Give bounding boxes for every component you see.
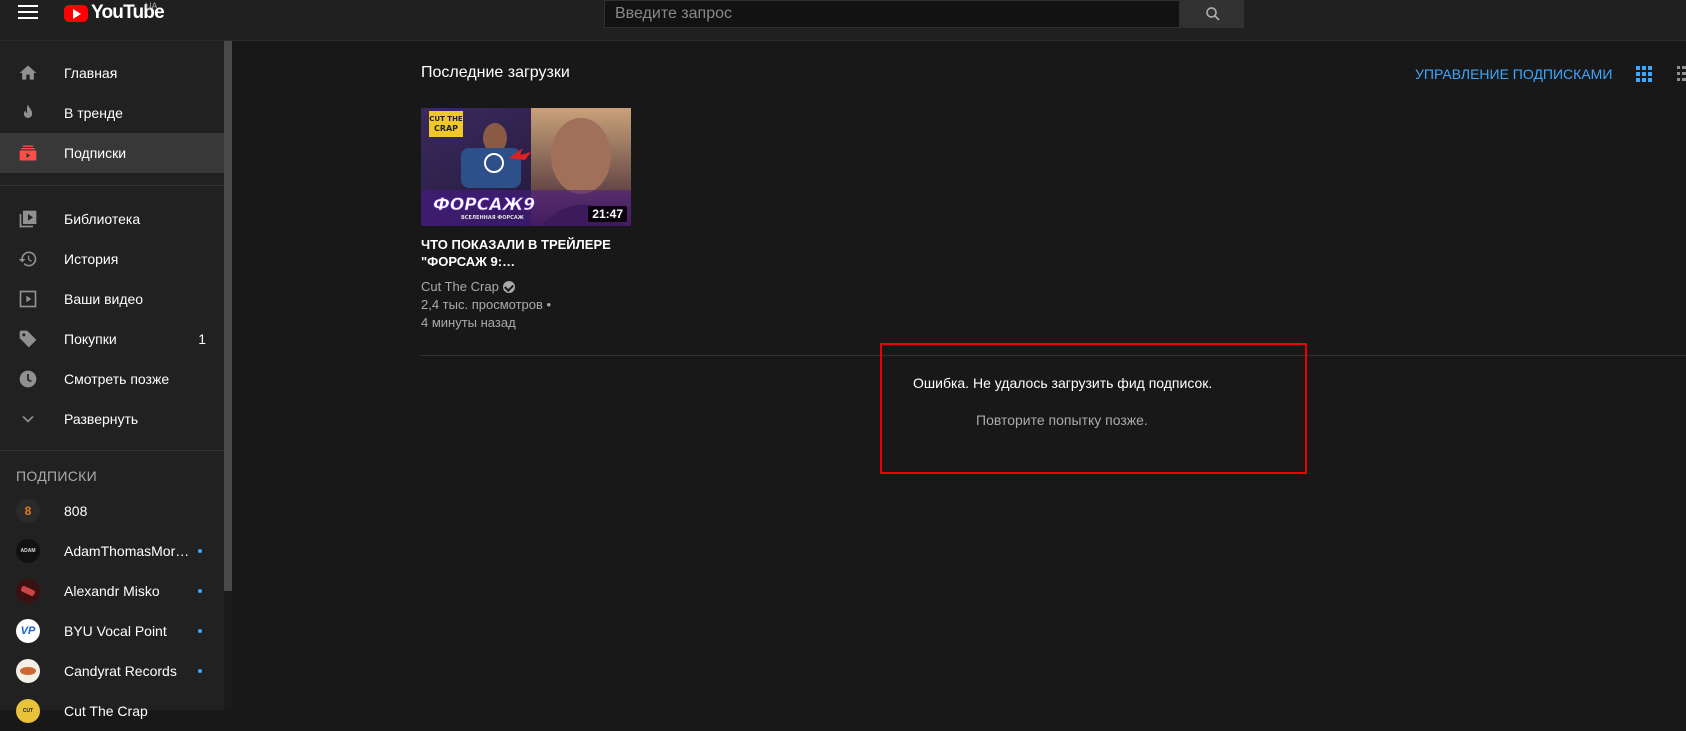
svg-text:ФОРСАЖ9: ФОРСАЖ9	[433, 195, 535, 215]
logo-region: UA	[145, 1, 158, 11]
sidebar-item-label: Смотреть позже	[64, 371, 170, 387]
video-thumbnail[interactable]: CUT THE CRAP ФОРСАЖ9 ВСЕЛЕННАЯ ФОРСАЖ 21…	[421, 108, 631, 226]
subscription-name: BYU Vocal Point	[64, 623, 167, 639]
channel-name: Cut The Crap	[421, 279, 499, 294]
video-title[interactable]: ЧТО ПОКАЗАЛИ В ТРЕЙЛЕРЕ "ФОРСАЖ 9:…	[421, 236, 631, 270]
list-view-icon[interactable]	[1677, 66, 1686, 82]
subscriptions-icon	[19, 145, 37, 161]
sidebar-divider	[0, 450, 224, 451]
sidebar-item-label: Библиотека	[64, 211, 141, 227]
sidebar: Главная В тренде Подписки Библиотека Ист…	[0, 41, 224, 723]
new-content-dot	[198, 669, 202, 673]
sidebar-item-subscriptions[interactable]: Подписки	[0, 133, 224, 173]
retry-message: Повторите попытку позже.	[976, 412, 1148, 428]
chevron-down-icon	[22, 415, 34, 423]
sidebar-item-label: Главная	[64, 65, 118, 81]
error-highlight-frame	[880, 343, 1307, 474]
sidebar-item-home[interactable]: Главная	[0, 53, 224, 93]
top-bar: YouTube UA Введите запрос	[0, 0, 1686, 41]
svg-text:CRAP: CRAP	[434, 124, 458, 133]
menu-icon[interactable]	[18, 5, 38, 19]
purchases-count: 1	[198, 331, 206, 347]
history-icon	[18, 251, 37, 267]
sidebar-item-label: Подписки	[64, 145, 127, 161]
avatar	[16, 579, 40, 603]
sidebar-item-your-videos[interactable]: Ваши видео	[0, 279, 224, 319]
play-logo-icon	[64, 4, 88, 22]
search-input[interactable]: Введите запрос	[604, 0, 1180, 28]
svg-text:CUT THE: CUT THE	[429, 115, 463, 123]
channel-link[interactable]: Cut The Crap	[421, 279, 515, 294]
new-content-dot	[198, 629, 202, 633]
subscription-item[interactable]: 8 808	[0, 491, 224, 531]
sidebar-item-expand[interactable]: Развернуть	[0, 399, 224, 439]
subscription-item[interactable]: Alexandr Misko	[0, 571, 224, 611]
library-icon	[19, 210, 37, 228]
new-content-dot	[198, 589, 202, 593]
avatar: CUT	[16, 699, 40, 723]
subscription-name: Candyrat Records	[64, 663, 177, 679]
sidebar-scrollbar[interactable]	[224, 41, 232, 710]
new-content-dot	[198, 549, 202, 553]
sidebar-item-watch-later[interactable]: Смотреть позже	[0, 359, 224, 399]
sidebar-item-label: В тренде	[64, 105, 123, 121]
subscription-name: Cut The Crap	[64, 703, 148, 719]
svg-text:ВСЕЛЕННАЯ ФОРСАЖ: ВСЕЛЕННАЯ ФОРСАЖ	[461, 215, 525, 221]
video-duration: 21:47	[588, 206, 627, 222]
sidebar-item-label: История	[64, 251, 119, 267]
sidebar-item-label: Развернуть	[64, 411, 139, 427]
fire-icon	[23, 104, 33, 118]
grid-view-icon[interactable]	[1636, 66, 1652, 82]
upload-age: 4 минуты назад	[421, 315, 516, 330]
subscription-name: AdamThomasMor…	[64, 543, 190, 559]
error-message: Ошибка. Не удалось загрузить фид подписо…	[913, 375, 1213, 391]
manage-subscriptions-link[interactable]: УПРАВЛЕНИЕ ПОДПИСКАМИ	[1415, 66, 1612, 82]
subscriptions-header: ПОДПИСКИ	[16, 468, 97, 484]
subscription-item[interactable]: Candyrat Records	[0, 651, 224, 691]
avatar: VP	[16, 619, 40, 643]
avatar: 8	[16, 499, 40, 523]
subscription-item[interactable]: VP BYU Vocal Point	[0, 611, 224, 651]
avatar	[16, 659, 40, 683]
tag-icon	[19, 330, 37, 348]
your-videos-icon	[19, 290, 37, 308]
sidebar-item-label: Покупки	[64, 331, 117, 347]
clock-icon	[19, 370, 37, 388]
sidebar-item-library[interactable]: Библиотека	[0, 199, 224, 239]
sidebar-item-label: Ваши видео	[64, 291, 144, 307]
subscription-item[interactable]: ADAM AdamThomasMor…	[0, 531, 224, 571]
subscription-name: Alexandr Misko	[64, 583, 160, 599]
section-title: Последние загрузки	[421, 64, 570, 81]
sidebar-item-purchases[interactable]: Покупки 1	[0, 319, 224, 359]
subscription-name: 808	[64, 503, 88, 519]
sidebar-item-history[interactable]: История	[0, 239, 224, 279]
scrollbar-thumb[interactable]	[224, 41, 232, 591]
subscription-item[interactable]: CUT Cut The Crap	[0, 691, 224, 731]
search-button[interactable]	[1180, 0, 1244, 28]
sidebar-item-trending[interactable]: В тренде	[0, 93, 224, 133]
sidebar-divider	[0, 185, 224, 186]
verified-icon	[502, 280, 515, 293]
search-icon	[1206, 7, 1220, 21]
avatar: ADAM	[16, 539, 40, 563]
view-count: 2,4 тыс. просмотров •	[421, 297, 552, 312]
home-icon	[19, 65, 37, 80]
